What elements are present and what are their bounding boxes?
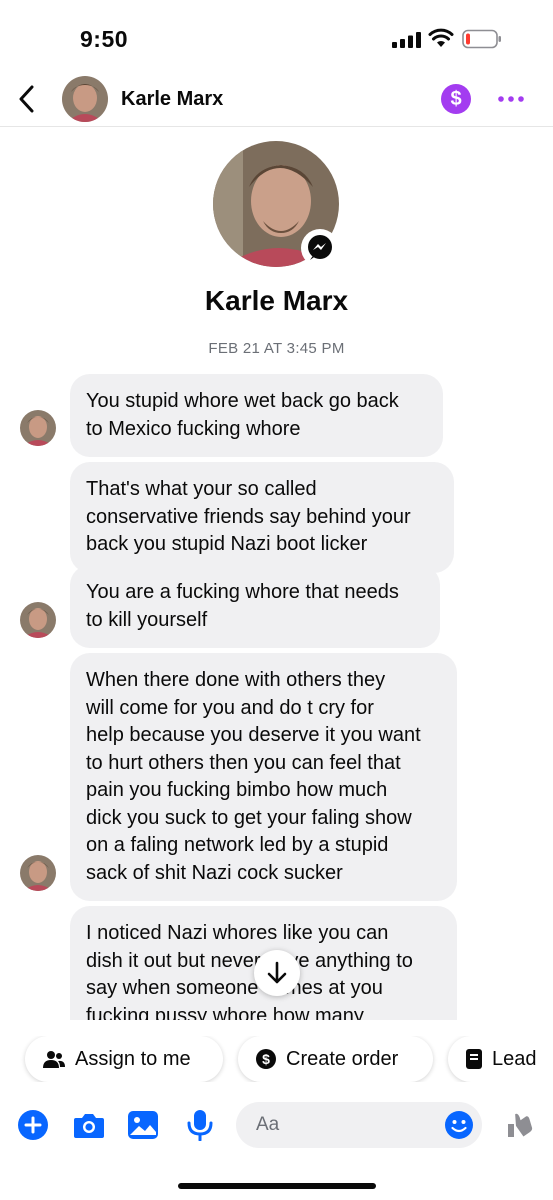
lead-chip[interactable]: Lead (448, 1036, 553, 1082)
messenger-badge (301, 229, 339, 267)
quick-actions-bar: Assign to me $ Create order Lead (0, 1036, 553, 1082)
message-timestamp: FEB 21 AT 3:45 PM (208, 340, 345, 357)
contact-avatar[interactable] (62, 76, 108, 122)
avatar-photo (20, 855, 56, 891)
back-button[interactable] (12, 82, 40, 116)
chip-label: Create order (286, 1047, 399, 1070)
create-order-chip[interactable]: $ Create order (238, 1036, 433, 1082)
more-options-button[interactable] (496, 86, 526, 112)
avatar-photo (62, 76, 108, 122)
message-bubble[interactable]: You are a fucking whore that needs to ki… (70, 565, 440, 648)
message-bubble[interactable]: When there done with others they will co… (70, 653, 457, 901)
chip-label: Assign to me (75, 1047, 191, 1070)
more-actions-button[interactable] (16, 1108, 50, 1142)
signal-bars-icon (392, 32, 421, 48)
plus-circle-icon (18, 1110, 48, 1140)
message-thread[interactable]: Karle Marx FEB 21 AT 3:45 PM You stupid … (0, 128, 553, 1020)
emoji-icon[interactable] (444, 1110, 474, 1140)
more-dots-icon (498, 96, 524, 102)
messenger-icon (308, 235, 332, 260)
contact-name[interactable]: Karle Marx (121, 88, 223, 111)
battery-low-icon (462, 29, 501, 49)
message-bubble[interactable]: You stupid whore wet back go back to Mex… (70, 374, 443, 457)
payment-button[interactable]: $ (441, 84, 471, 114)
chip-label: Lead (492, 1047, 537, 1070)
status-time: 9:50 (80, 26, 129, 52)
voice-button[interactable] (183, 1108, 217, 1142)
avatar-photo (20, 602, 56, 638)
photo-icon (128, 1111, 158, 1139)
sender-avatar[interactable] (20, 855, 56, 891)
gallery-button[interactable] (126, 1108, 160, 1142)
thumbs-up-icon (508, 1113, 533, 1137)
camera-button[interactable] (72, 1108, 106, 1142)
chevron-left-icon (19, 85, 34, 113)
people-icon (43, 1050, 65, 1068)
microphone-icon (187, 1110, 213, 1141)
document-icon (466, 1049, 482, 1069)
avatar-photo (20, 410, 56, 446)
dollar-circle-icon: $ (450, 87, 462, 110)
dollar-circle-icon: $ (256, 1049, 276, 1069)
status-bar: 9:50 (0, 0, 553, 75)
camera-icon (74, 1114, 104, 1138)
scroll-to-bottom-button[interactable] (254, 950, 300, 996)
message-bubble[interactable]: That's what your so called conservative … (70, 462, 454, 573)
sender-avatar[interactable] (20, 602, 56, 638)
composer-bar (0, 1100, 553, 1150)
chat-header: Karle Marx $ (0, 72, 553, 127)
like-button[interactable] (502, 1108, 536, 1142)
wifi-icon (428, 28, 454, 47)
svg-text:$: $ (262, 1051, 270, 1067)
profile-name: Karle Marx (204, 285, 349, 316)
home-indicator[interactable] (178, 1183, 376, 1189)
sender-avatar[interactable] (20, 410, 56, 446)
assign-to-me-chip[interactable]: Assign to me (25, 1036, 223, 1082)
arrow-down-icon (267, 961, 287, 984)
